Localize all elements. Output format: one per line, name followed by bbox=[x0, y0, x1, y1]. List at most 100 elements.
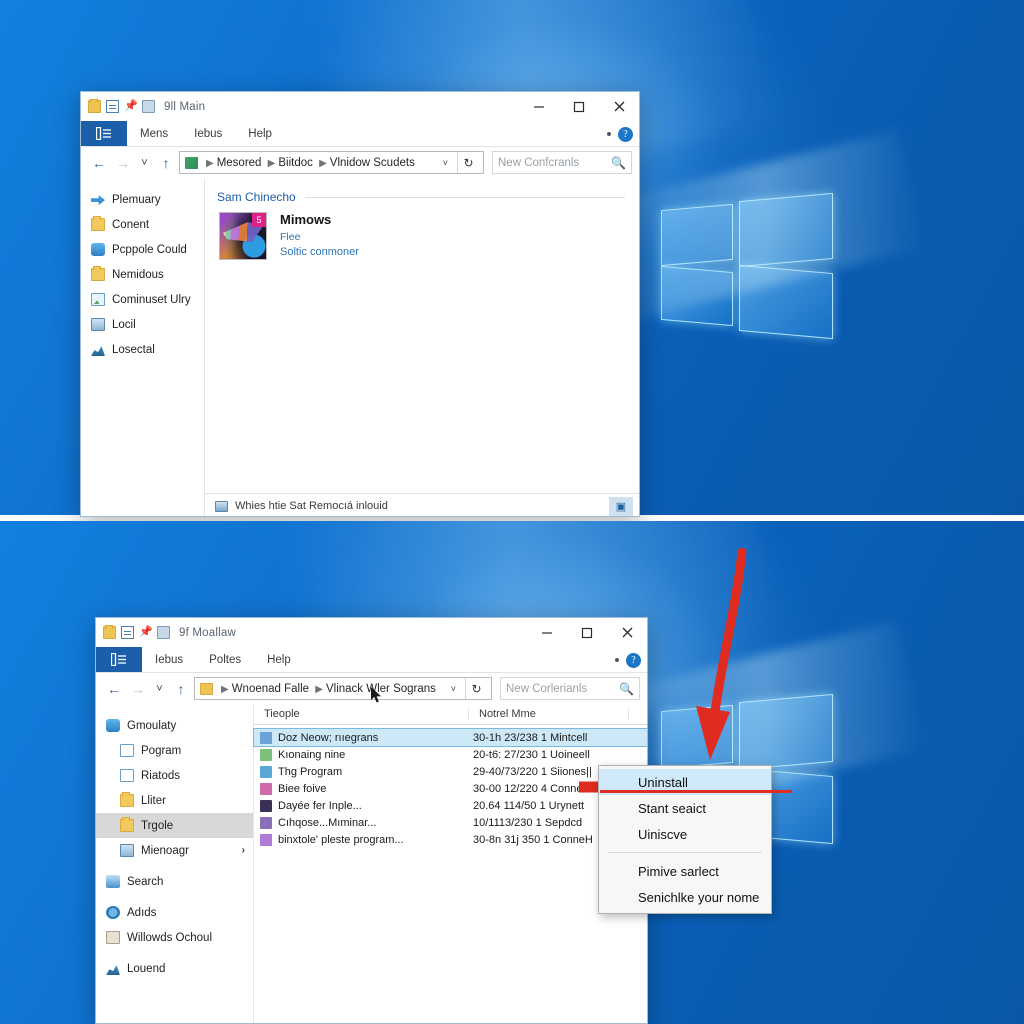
app-publisher[interactable]: Soltic conmoner bbox=[280, 246, 359, 258]
close-button[interactable] bbox=[607, 618, 647, 647]
ribbon-tab-0[interactable]: Iebus bbox=[142, 647, 196, 672]
overflow-dot-icon[interactable] bbox=[607, 132, 611, 136]
forward-arrow-icon[interactable]: → bbox=[112, 151, 134, 175]
folder-small-icon bbox=[157, 626, 170, 639]
maximize-button[interactable] bbox=[567, 618, 607, 647]
nav-item-gmoulaty[interactable]: Gmoulaty bbox=[96, 713, 253, 738]
nav-item-pcppole-could[interactable]: Pcppole Could bbox=[81, 237, 204, 262]
nav-item-trgole[interactable]: Trgole bbox=[96, 813, 253, 838]
column-header-date[interactable]: Notrel Mme bbox=[469, 708, 629, 720]
breadcrumb: ▶ Wnoenad Falle ▶ Vlinack Wler Sograns bbox=[221, 682, 436, 695]
address-chevron-down-icon[interactable]: ˅ bbox=[447, 684, 460, 694]
back-arrow-icon[interactable]: ← bbox=[88, 151, 110, 175]
address-chevron-down-icon[interactable]: ˅ bbox=[439, 158, 452, 168]
navigation-pane-bottom[interactable]: Gmoulaty Pogram Riatods Lliter Trgole Mi… bbox=[96, 704, 254, 1023]
context-menu-item-senichlke-your-nome[interactable]: Senichlke your nome bbox=[599, 884, 771, 910]
refresh-icon[interactable]: ↻ bbox=[465, 678, 487, 699]
windows-logo-watermark-top bbox=[604, 130, 926, 340]
nav-item-adids[interactable]: Adıds bbox=[96, 900, 253, 925]
nav-item-plemuary[interactable]: Plemuary bbox=[81, 187, 204, 212]
file-list-header[interactable]: Tieople Notrel Mme bbox=[254, 704, 647, 725]
file-tab-icon[interactable] bbox=[81, 121, 127, 146]
context-menu-item-stant-seaict[interactable]: Stant seaict bbox=[599, 795, 771, 821]
ribbon-tabs-top[interactable]: Mens Iebus Help ? bbox=[81, 121, 639, 147]
file-tab-icon[interactable] bbox=[96, 647, 142, 672]
address-input[interactable]: ▶ Wnoenad Falle ▶ Vlinack Wler Sograns ˅ ↻ bbox=[194, 677, 492, 700]
file-icon bbox=[260, 731, 272, 744]
ribbon-tab-1[interactable]: Iebus bbox=[181, 121, 235, 146]
breadcrumb-segment-0[interactable]: Mesored bbox=[217, 157, 262, 169]
nav-item-mienoagr[interactable]: Mienoagr › bbox=[96, 838, 253, 863]
nav-item-nemidous[interactable]: Nemidous bbox=[81, 262, 204, 287]
help-orb-icon[interactable]: ? bbox=[618, 126, 633, 142]
table-row[interactable]: Kıonaing nine 20-t6: 27/230 1 Uoineell bbox=[254, 746, 647, 763]
minimize-button[interactable] bbox=[527, 618, 567, 647]
ribbon-right-group: ? bbox=[615, 647, 641, 673]
app-tile[interactable]: 5 Mimows Flee Soltic conmoner bbox=[205, 204, 639, 260]
window-controls-top bbox=[519, 92, 639, 121]
forward-arrow-icon[interactable]: → bbox=[127, 677, 149, 701]
recent-chevron-down-icon[interactable]: ˅ bbox=[136, 151, 153, 175]
file-name: Biee foive bbox=[278, 782, 327, 795]
nav-item-losectal[interactable]: Losectal bbox=[81, 337, 204, 362]
nav-item-label: Gmoulaty bbox=[127, 719, 177, 732]
nav-item-conent[interactable]: Conent bbox=[81, 212, 204, 237]
search-input[interactable]: New Confcranls 🔍 bbox=[492, 151, 632, 174]
search-icon[interactable]: 🔍 bbox=[611, 156, 626, 170]
nav-item-search[interactable]: Search bbox=[96, 869, 253, 894]
network-icon bbox=[106, 965, 120, 975]
table-row[interactable]: Doz Neow; rııegrans 30-1h 23/238 1 Mintc… bbox=[253, 728, 647, 747]
context-menu-item-pimive-sarlect[interactable]: Pimive sarlect bbox=[599, 858, 771, 884]
breadcrumb-segment-0[interactable]: Wnoenad Falle bbox=[232, 683, 309, 695]
ribbon-tab-2[interactable]: Help bbox=[235, 121, 285, 146]
section-header: Sam Chinecho bbox=[205, 178, 639, 204]
nav-item-label: Mienoagr bbox=[141, 844, 189, 857]
explorer-window-bottom[interactable]: 📌 9f Moallaw Iebus Poltes Help ? ← → ˅ ↑… bbox=[95, 617, 648, 1024]
gear-icon bbox=[106, 906, 120, 919]
table-row[interactable]: binxtole' pleste program... 30-8n 31j 35… bbox=[254, 831, 647, 848]
ribbon-tab-2[interactable]: Help bbox=[254, 647, 304, 672]
titlebar-bottom[interactable]: 📌 9f Moallaw bbox=[96, 618, 647, 647]
back-arrow-icon[interactable]: ← bbox=[103, 677, 125, 701]
ribbon-tab-0[interactable]: Mens bbox=[127, 121, 181, 146]
minimize-button[interactable] bbox=[519, 92, 559, 121]
nav-item-riatods[interactable]: Riatods bbox=[96, 763, 253, 788]
nav-item-label: Pcppole Could bbox=[112, 243, 187, 256]
explorer-window-top[interactable]: 📌 9ll Main Mens Iebus Help ? ← → ˅ ↑ ▶ M… bbox=[80, 91, 640, 517]
overflow-dot-icon[interactable] bbox=[615, 658, 619, 662]
monitor-icon bbox=[120, 844, 134, 857]
help-orb-icon[interactable]: ? bbox=[626, 652, 641, 668]
close-button[interactable] bbox=[599, 92, 639, 121]
breadcrumb-segment-2[interactable]: Vlnidow Scudets bbox=[330, 157, 415, 169]
ribbon-tabs-bottom[interactable]: Iebus Poltes Help ? bbox=[96, 647, 647, 673]
picture-icon bbox=[91, 293, 105, 306]
recent-chevron-down-icon[interactable]: ˅ bbox=[151, 677, 168, 701]
context-menu[interactable]: Uninstall Stant seaict Uiniscve Pimive s… bbox=[598, 765, 772, 914]
breadcrumb-segment-1[interactable]: Biitdoc bbox=[278, 157, 313, 169]
search-icon[interactable]: 🔍 bbox=[619, 682, 634, 696]
context-menu-item-uiniscve[interactable]: Uiniscve bbox=[599, 821, 771, 847]
titlebar-top[interactable]: 📌 9ll Main bbox=[81, 92, 639, 121]
maximize-button[interactable] bbox=[559, 92, 599, 121]
address-bar-row-top[interactable]: ← → ˅ ↑ ▶ Mesored ▶ Biitdoc ▶ Vlnidow Scude… bbox=[81, 147, 639, 178]
ribbon-right-group: ? bbox=[607, 121, 633, 147]
view-layout-icon[interactable]: ▣ bbox=[609, 496, 633, 516]
column-header-name[interactable]: Tieople bbox=[254, 708, 469, 720]
navigation-pane-top[interactable]: Plemuary Conent Pcppole Could Nemidous C… bbox=[81, 178, 205, 516]
nav-item-louend[interactable]: Louend bbox=[96, 956, 253, 981]
table-row[interactable]: Cıhqose...Mıminar... 10/1113/230 1 Sepdc… bbox=[254, 814, 647, 831]
folder-small-icon bbox=[142, 100, 155, 113]
file-icon bbox=[260, 765, 272, 778]
refresh-icon[interactable]: ↻ bbox=[457, 152, 479, 173]
address-input[interactable]: ▶ Mesored ▶ Biitdoc ▶ Vlnidow Scudets ˅ ↻ bbox=[179, 151, 484, 174]
chevron-right-icon[interactable]: › bbox=[242, 845, 253, 856]
nav-item-cominuset-ulry[interactable]: Cominuset Ulry bbox=[81, 287, 204, 312]
nav-item-pogram[interactable]: Pogram bbox=[96, 738, 253, 763]
nav-item-locil[interactable]: Locil bbox=[81, 312, 204, 337]
up-arrow-icon[interactable]: ↑ bbox=[155, 151, 177, 175]
nav-item-lliter[interactable]: Lliter bbox=[96, 788, 253, 813]
nav-item-willowds-ochoul[interactable]: Willowds Ochoul bbox=[96, 925, 253, 950]
search-input[interactable]: New Corlerianls 🔍 bbox=[500, 677, 640, 700]
ribbon-tab-1[interactable]: Poltes bbox=[196, 647, 254, 672]
up-arrow-icon[interactable]: ↑ bbox=[170, 677, 192, 701]
